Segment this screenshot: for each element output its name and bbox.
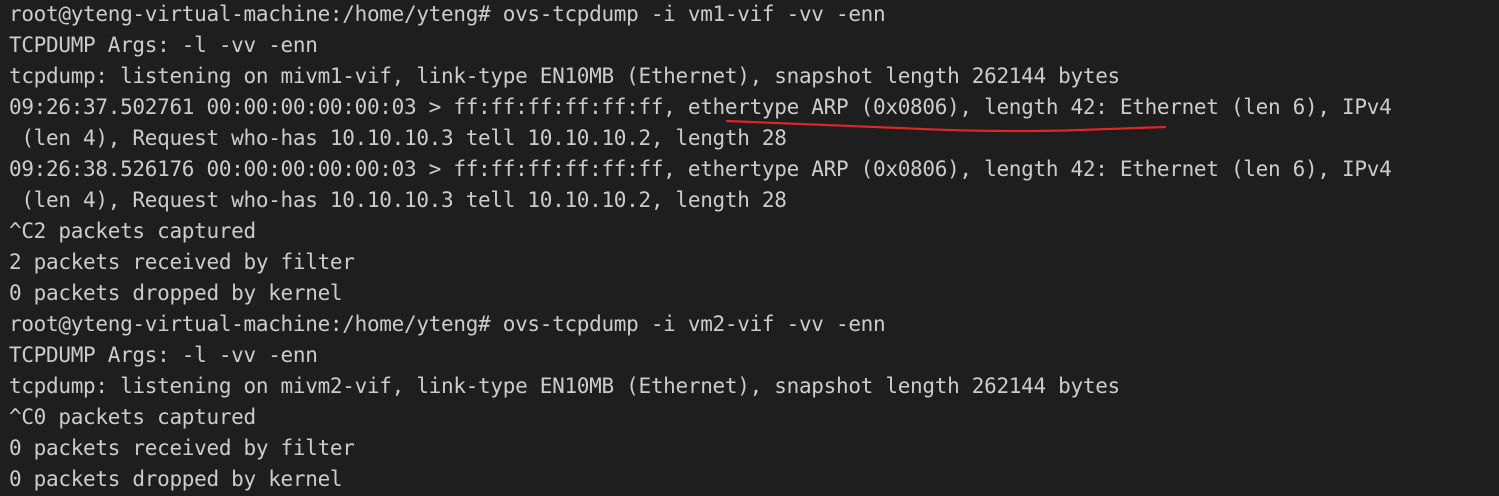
terminal-line-listening-1: tcpdump: listening on mivm1-vif, link-ty…	[9, 64, 1120, 88]
terminal-line-dropped-1: 0 packets dropped by kernel	[9, 281, 343, 305]
terminal-line-prompt-2: root@yteng-virtual-machine:/home/yteng# …	[9, 312, 886, 336]
terminal-line-dropped-2: 0 packets dropped by kernel	[9, 467, 343, 491]
terminal-line-packet-2b: (len 4), Request who-has 10.10.10.3 tell…	[9, 188, 787, 212]
terminal-line-args-2: TCPDUMP Args: -l -vv -enn	[9, 343, 318, 367]
terminal-line-listening-2: tcpdump: listening on mivm2-vif, link-ty…	[9, 374, 1120, 398]
terminal-line-packet-1a: 09:26:37.502761 00:00:00:00:00:03 > ff:f…	[9, 95, 1392, 119]
terminal-line-captured-1: ^C2 packets captured	[9, 219, 256, 243]
terminal-line-packet-2a: 09:26:38.526176 00:00:00:00:00:03 > ff:f…	[9, 157, 1392, 181]
terminal-line-prompt-1: root@yteng-virtual-machine:/home/yteng# …	[9, 2, 886, 26]
terminal-line-received-1: 2 packets received by filter	[9, 250, 355, 274]
terminal-line-received-2: 0 packets received by filter	[9, 436, 355, 460]
terminal-line-args-1: TCPDUMP Args: -l -vv -enn	[9, 33, 318, 57]
terminal-line-captured-2: ^C0 packets captured	[9, 405, 256, 429]
terminal-window[interactable]: root@yteng-virtual-machine:/home/yteng# …	[0, 0, 1499, 496]
terminal-line-packet-1b: (len 4), Request who-has 10.10.10.3 tell…	[9, 126, 787, 150]
